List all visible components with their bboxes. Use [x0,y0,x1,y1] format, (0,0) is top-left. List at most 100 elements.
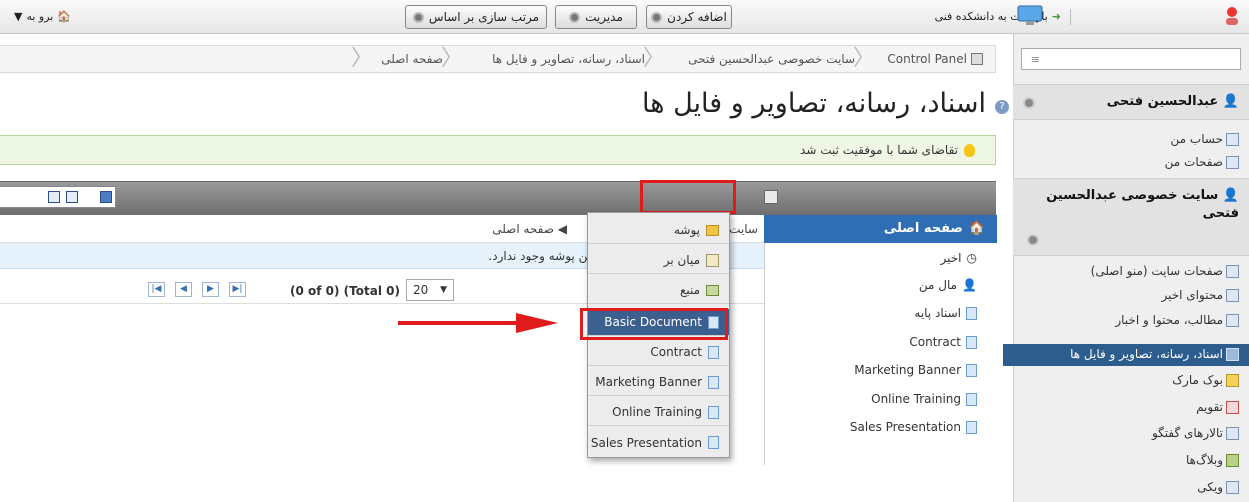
menu-item-contract[interactable]: Contract [588,339,729,366]
add-button[interactable]: اضافه کردن [646,5,732,29]
last-page-icon[interactable]: ▶| [229,282,246,297]
sidebar-item-site-pages[interactable]: صفحات سایت (منو اصلی) [1091,264,1239,278]
list-view-icon[interactable] [48,191,60,203]
tree-item-basic-documents[interactable]: اسناد پایه [914,306,977,320]
person-icon: 👤 [1222,94,1239,109]
collapse-icon[interactable] [1023,97,1035,109]
sidebar-item-message-boards[interactable]: تالارهای گفتگو [1152,426,1239,440]
shortcut-icon [706,253,719,267]
wiki-icon [1226,480,1239,494]
documents-icon [1226,347,1239,361]
manage-button[interactable]: مدیریت [555,5,637,29]
document-icon [966,363,977,377]
document-icon [966,420,977,434]
sidebar-item-my-account[interactable]: حساب من [1171,132,1239,146]
menu-item-folder[interactable]: پوشه [588,217,729,244]
account-icon [1226,132,1239,146]
breadcrumb-control-panel[interactable]: Control Panel [887,52,983,66]
site-section-header[interactable]: 👤 سایت خصوصی عبدالحسین فتحی [1013,178,1249,256]
tree-item-mine[interactable]: 👤 مال من [919,278,977,292]
arrow-right-icon: ➜ [1051,10,1061,23]
documents-toolbar [0,181,996,215]
tree-item-marketing-banner[interactable]: Marketing Banner [854,363,977,377]
forum-icon [1226,426,1239,440]
sidebar-item-recent-content[interactable]: محتوای اخیر [1161,288,1239,302]
clock-icon: ◷ [966,251,977,265]
tree-item-recent[interactable]: ◷ اخیر [941,251,977,265]
site-pages-icon [1226,264,1239,278]
site-section-title: 👤 سایت خصوصی عبدالحسین فتحی [1046,188,1239,221]
highlight-add-button-frame [640,180,736,214]
recent-icon [1226,288,1239,302]
breadcrumb-separator: 〈 [440,46,463,71]
sidebar-item-my-pages[interactable]: صفحات من [1165,155,1239,169]
tree-home[interactable]: صفحه اصلی 🏠 [764,215,997,243]
sidebar-item-calendar[interactable]: تقویم [1196,400,1239,414]
menu-item-repository[interactable]: منبع [588,277,729,304]
user-icon[interactable] [1223,6,1241,26]
document-icon [966,392,977,406]
next-page-icon[interactable]: ▶ [202,282,219,297]
success-message: تقاضای شما با موفقیت ثبت شد [0,135,996,165]
breadcrumb-documents[interactable]: اسناد، رسانه، تصاویر و فایل ها [492,52,645,66]
user-section-header[interactable]: 👤 عبدالحسین فتحی [1013,84,1249,120]
annotation-arrow-icon [398,313,558,333]
content-icon [1226,313,1239,327]
panel-icon [971,53,983,65]
descriptive-view-icon[interactable] [66,191,78,203]
pages-icon [1226,155,1239,169]
sidebar-item-bookmarks[interactable]: بوک مارک [1172,373,1239,387]
dropdown-dot-icon [412,11,424,23]
page-size-select[interactable]: 20 ▼ [406,279,454,301]
content-crumb-site[interactable]: سایت [729,222,758,236]
dropdown-arrow-icon: ▼ [440,285,447,295]
folder-tree: صفحه اصلی 🏠 ◷ اخیر 👤 مال من اسناد پایه C… [764,215,997,465]
person-icon: 👤 [1222,188,1239,203]
breadcrumb-site[interactable]: سایت خصوصی عبدالحسین فتحی [688,52,855,66]
menu-item-shortcut[interactable]: میان بر [588,247,729,274]
menu-item-online-training[interactable]: Online Training [588,399,729,426]
tree-item-sales-presentation[interactable]: Sales Presentation [850,420,977,434]
home-folder-icon: 🏠 [968,221,985,236]
tree-item-contract[interactable]: Contract [909,335,977,349]
icon-view-icon[interactable] [100,191,112,203]
document-icon [708,345,719,359]
goto-label: برو به [26,10,54,23]
sidebar-item-web-content[interactable]: مطالب، محتوا و اخبار [1115,313,1239,327]
page-title: اسناد، رسانه، تصاویر و فایل ها [642,88,986,119]
sort-by-button[interactable]: مرتب سازی بر اساس [405,5,547,29]
document-icon [966,335,977,349]
calendar-icon [1226,400,1239,414]
menu-item-sales-presentation[interactable]: Sales Presentation [588,429,729,456]
breadcrumb-separator: 〈 [350,46,373,71]
control-panel-sidebar: ≡ 👤 عبدالحسین فتحی حساب من صفحات من 👤 سا… [1003,34,1249,502]
breadcrumb-separator: 〈 [852,46,875,71]
person-icon: 👤 [962,278,977,292]
help-icon[interactable]: ? [995,100,1009,114]
content-crumb-home[interactable]: ◀ صفحه اصلی [492,222,567,236]
folder-icon [706,224,719,236]
sidebar-item-wiki[interactable]: ویکی [1197,480,1239,494]
dropdown-dot-icon [651,11,663,23]
goto-menu[interactable]: ▼ برو به 🏠 [14,10,71,23]
view-mode-switcher [0,186,116,208]
monitor-icon[interactable] [1017,5,1043,27]
document-icon [708,436,719,449]
pagination-total: (0 of 0) (Total 0) [290,284,400,298]
sidebar-item-blogs[interactable]: وبلاگ‌ها [1186,453,1239,467]
menu-item-marketing-banner[interactable]: Marketing Banner [588,369,729,396]
lightbulb-icon [964,143,975,157]
sidebar-item-documents-active[interactable]: اسناد، رسانه، تصاویر و فایل ها [1003,344,1249,366]
select-all-checkbox[interactable] [764,190,778,204]
first-page-icon[interactable]: |◀ [148,282,165,297]
topbar-divider [1070,9,1071,25]
previous-page-icon[interactable]: ◀ [175,282,192,297]
breadcrumb-home[interactable]: صفحه اصلی [381,52,443,66]
sidebar-search-input[interactable]: ≡ [1021,48,1241,70]
collapse-icon[interactable] [1027,234,1039,246]
document-icon [708,375,719,389]
breadcrumb: Control Panel 〈 سایت خصوصی عبدالحسین فتح… [0,45,996,73]
dropdown-dot-icon [569,11,581,23]
breadcrumb-separator: 〈 [642,46,665,71]
tree-item-online-training[interactable]: Online Training [871,392,977,406]
